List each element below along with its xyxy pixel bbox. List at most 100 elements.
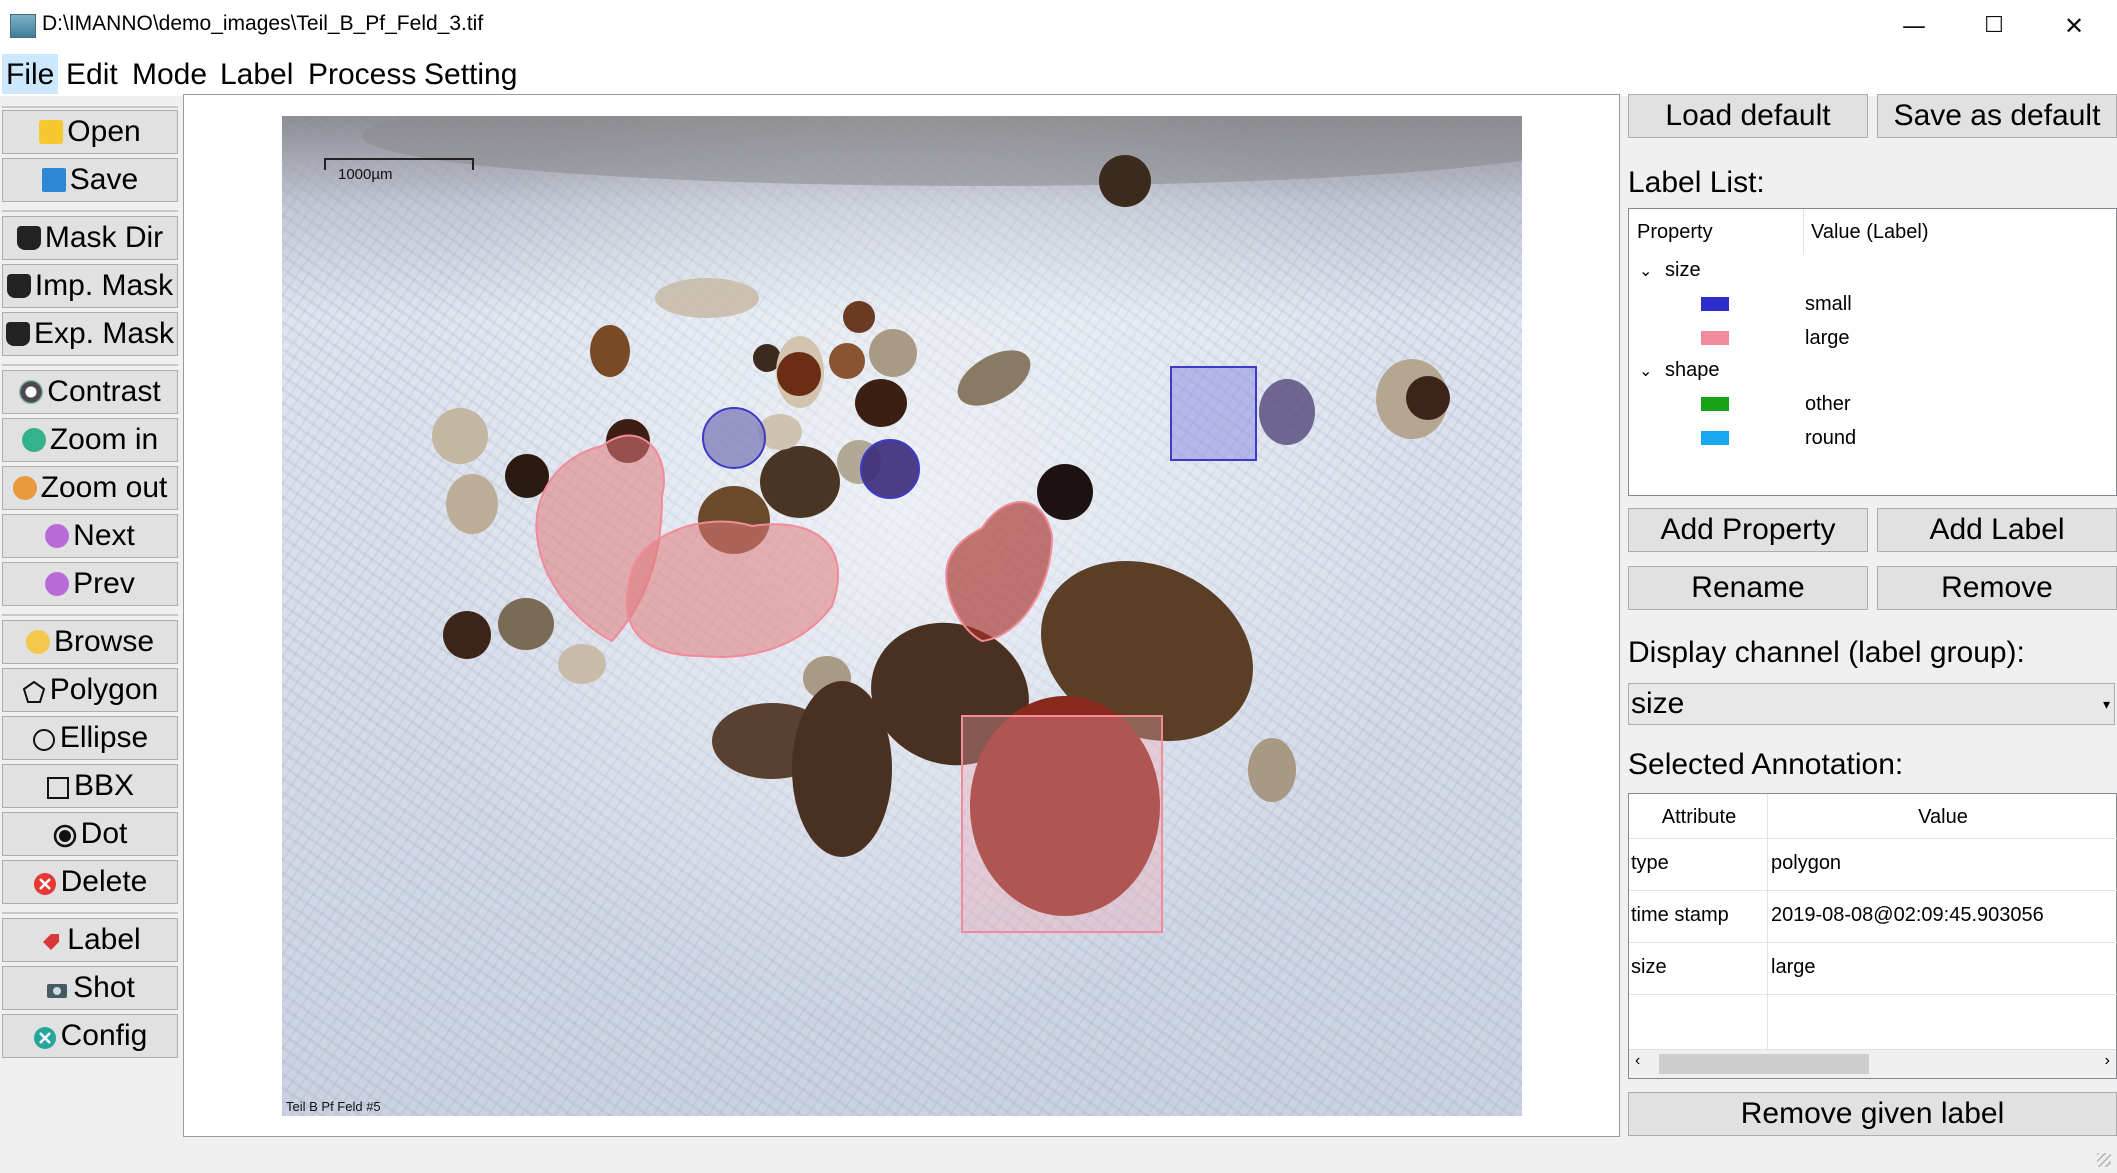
- tools-icon: [33, 1024, 57, 1049]
- next-button[interactable]: Next: [2, 514, 178, 558]
- browse-button[interactable]: Browse: [2, 620, 178, 664]
- app-icon: [10, 14, 36, 38]
- close-button[interactable]: ✕: [2034, 0, 2114, 54]
- label-large[interactable]: large: [1805, 327, 1849, 350]
- scrollbar-thumb[interactable]: [1659, 1054, 1869, 1074]
- chevron-down-icon[interactable]: ⌄: [1639, 261, 1652, 281]
- annotation-large-bbox[interactable]: [961, 696, 1163, 933]
- contrast-button[interactable]: Contrast: [2, 370, 178, 414]
- save-button[interactable]: Save: [2, 158, 178, 202]
- menu-edit[interactable]: Edit: [62, 54, 122, 94]
- color-swatch-small: [1701, 297, 1729, 311]
- window-title: D:\IMANNO\demo_images\Teil_B_Pf_Feld_3.t…: [42, 12, 484, 35]
- property-size[interactable]: size: [1665, 259, 1701, 282]
- cat-mask-icon: [16, 226, 41, 250]
- resize-grip[interactable]: [2097, 1153, 2111, 1167]
- polygon-button[interactable]: Polygon: [2, 668, 178, 712]
- label-small[interactable]: small: [1805, 293, 1852, 316]
- browse-label: Browse: [53, 625, 155, 658]
- delete-label: Delete: [60, 865, 148, 898]
- save-as-default-button[interactable]: Save as default: [1877, 94, 2117, 138]
- export-mask-button[interactable]: Exp. Mask: [2, 312, 178, 356]
- add-property-button[interactable]: Add Property: [1628, 508, 1868, 552]
- ellipse-label: Ellipse: [59, 721, 149, 754]
- next-label: Next: [73, 519, 135, 552]
- zoom-in-label: Zoom in: [49, 423, 159, 456]
- add-label-button[interactable]: Add Label: [1877, 508, 2117, 552]
- delete-button[interactable]: Delete: [2, 860, 178, 904]
- remove-given-label-button[interactable]: Remove given label: [1628, 1092, 2117, 1136]
- bbx-label: BBX: [73, 769, 135, 802]
- polygon-icon: [22, 678, 46, 703]
- floppy-icon: [41, 168, 66, 192]
- open-label: Open: [67, 115, 141, 148]
- zoom-out-label: Zoom out: [40, 471, 168, 504]
- toolbar-divider: [2, 614, 178, 616]
- contrast-label: Contrast: [47, 375, 161, 408]
- microscope-image[interactable]: 1000µm Teil B Pf Feld #5: [282, 116, 1522, 1116]
- zoom-out-button[interactable]: Zoom out: [2, 466, 178, 510]
- label-round[interactable]: round: [1805, 427, 1856, 450]
- display-channel-value: size: [1631, 687, 1685, 720]
- next-icon: [45, 524, 70, 548]
- dot-button[interactable]: Dot: [2, 812, 178, 856]
- attribute-type: type: [1631, 852, 1669, 874]
- label-label: Label: [67, 923, 141, 956]
- menu-mode[interactable]: Mode: [128, 54, 211, 94]
- label-list-title: Label List:: [1628, 166, 1765, 199]
- mask-dir-button[interactable]: Mask Dir: [2, 216, 178, 260]
- value-column-header: Value (Label): [1811, 221, 1929, 243]
- row-divider: [1629, 942, 2117, 943]
- scroll-right-icon[interactable]: ›: [2105, 1052, 2110, 1070]
- ellipse-button[interactable]: Ellipse: [2, 716, 178, 760]
- attribute-column-header: Attribute: [1661, 806, 1737, 828]
- prev-label: Prev: [73, 567, 135, 600]
- config-label: Config: [60, 1019, 148, 1052]
- remove-button[interactable]: Remove: [1877, 566, 2117, 610]
- contrast-icon: [19, 380, 44, 404]
- prev-button[interactable]: Prev: [2, 562, 178, 606]
- menu-setting[interactable]: Setting: [420, 54, 521, 94]
- horizontal-scrollbar[interactable]: ‹ ›: [1629, 1049, 2116, 1078]
- browse-icon: [25, 630, 50, 654]
- folder-icon: [39, 120, 64, 144]
- label-other[interactable]: other: [1805, 393, 1851, 416]
- label-list-tree[interactable]: Property Value (Label) ⌄ size small larg…: [1628, 208, 2117, 496]
- menu-label[interactable]: Label: [216, 54, 297, 94]
- dot-icon: [53, 822, 77, 848]
- value-column-header: Value: [1918, 806, 1968, 828]
- menu-file[interactable]: File: [2, 54, 59, 94]
- menu-process[interactable]: Process: [304, 54, 420, 94]
- image-caption: Teil B Pf Feld #5: [286, 1099, 381, 1114]
- shot-label: Shot: [73, 971, 135, 1004]
- shot-button[interactable]: Shot: [2, 966, 178, 1010]
- scroll-left-icon[interactable]: ‹: [1635, 1052, 1640, 1070]
- label-button[interactable]: Label: [2, 918, 178, 962]
- rename-button[interactable]: Rename: [1628, 566, 1868, 610]
- color-swatch-other: [1701, 397, 1729, 411]
- config-button[interactable]: Config: [2, 1014, 178, 1058]
- toolbar-divider: [2, 106, 178, 108]
- open-button[interactable]: Open: [2, 110, 178, 154]
- attribute-size: size: [1631, 956, 1667, 978]
- minimize-button[interactable]: —: [1874, 0, 1954, 54]
- toolbar-divider: [2, 364, 178, 366]
- bbx-button[interactable]: BBX: [2, 764, 178, 808]
- scale-label: 1000µm: [338, 166, 393, 183]
- annotation-attribute-table[interactable]: Attribute Value type polygon time stamp …: [1628, 793, 2117, 1079]
- toolbar-divider: [2, 210, 178, 212]
- dot-label: Dot: [80, 817, 128, 850]
- row-divider: [1629, 838, 2117, 839]
- dropdown-arrow-icon: ▾: [2102, 696, 2110, 712]
- maximize-button[interactable]: ☐: [1954, 0, 2034, 54]
- property-shape[interactable]: shape: [1665, 359, 1720, 382]
- load-default-button[interactable]: Load default: [1628, 94, 1868, 138]
- chevron-down-icon[interactable]: ⌄: [1639, 361, 1652, 381]
- save-label: Save: [69, 163, 139, 196]
- display-channel-title: Display channel (label group):: [1628, 636, 2025, 669]
- attribute-time-stamp: time stamp: [1631, 904, 1729, 926]
- import-mask-button[interactable]: Imp. Mask: [2, 264, 178, 308]
- display-channel-select[interactable]: size ▾: [1628, 683, 2115, 725]
- zoom-in-button[interactable]: Zoom in: [2, 418, 178, 462]
- menu-bar: File Edit Mode Label Process Setting: [0, 54, 2117, 96]
